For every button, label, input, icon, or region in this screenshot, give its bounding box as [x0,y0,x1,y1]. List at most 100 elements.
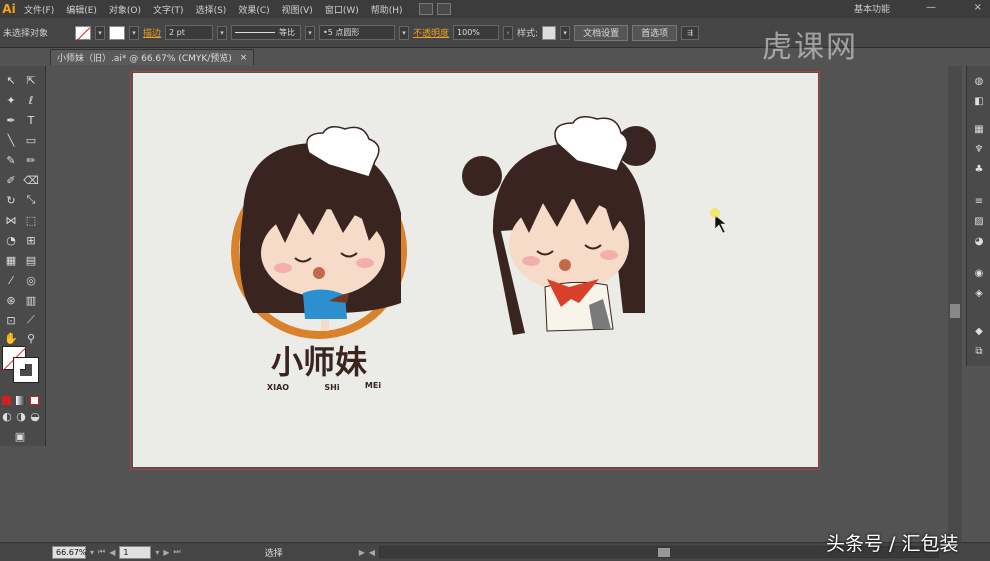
draw-inside-icon[interactable]: ◒ [28,408,42,424]
brush-select[interactable]: • 5 点圆形 [319,25,396,40]
chevron-down-icon[interactable]: ▾ [129,25,139,40]
fill-swatch[interactable] [75,25,91,40]
graphic-style-swatch[interactable] [542,25,557,40]
symbols-panel-icon[interactable]: ♣ [971,162,987,176]
first-artboard-icon[interactable]: ⏮ [98,547,105,557]
artwork-canvas: 小师妹 XIAO SHi MEi [231,116,727,392]
gradient-tool-icon[interactable]: ▤ [22,252,40,268]
document-tab[interactable]: 小师妹（旧）.ai* @ 66.67% (CMYK/预览) × [50,49,255,65]
perspective-grid-tool-icon[interactable]: ⊞ [22,232,40,248]
status-menu-icon[interactable]: ▶ [359,548,365,557]
selection-tool-icon[interactable]: ↖ [2,72,20,88]
menu-file[interactable]: 文件(F) [18,3,60,16]
chevron-down-icon[interactable]: ▾ [560,25,571,40]
column-graph-tool-icon[interactable]: ▥ [22,292,40,308]
zoom-tool-icon[interactable]: ⚲ [22,330,40,346]
close-tab-icon[interactable]: × [240,53,248,63]
brushes-panel-icon[interactable]: ♆ [971,142,987,156]
draw-behind-icon[interactable]: ◑ [14,408,28,424]
line-tool-icon[interactable]: ╲ [2,132,20,148]
horizontal-scroll-thumb[interactable] [658,548,671,557]
chevron-down-icon[interactable]: ▾ [305,25,316,40]
opacity-panel-link[interactable]: 不透明度 [413,26,449,39]
rotate-tool-icon[interactable]: ↻ [2,192,20,208]
shape-builder-tool-icon[interactable]: ◔ [2,232,20,248]
chevron-down-icon[interactable]: ▾ [399,25,410,40]
color-mode-icon[interactable] [0,392,12,408]
gradient-panel-icon[interactable]: ▨ [971,214,987,228]
gradient-mode-icon[interactable] [14,392,26,408]
stroke-panel-link[interactable]: 描边 [143,26,161,39]
appearance-panel-icon[interactable]: ◉ [971,266,987,280]
menu-help[interactable]: 帮助(H) [365,3,409,16]
chevron-right-icon[interactable]: › [503,25,514,40]
artboard[interactable]: 小师妹 XIAO SHi MEi [133,73,818,467]
previous-artboard-icon[interactable]: ◀ [109,548,115,557]
screen-mode-icon[interactable]: ▣ [10,428,30,444]
menu-window[interactable]: 窗口(W) [319,3,365,16]
eyedropper-tool-icon[interactable]: ⁄ [2,272,20,288]
menu-object[interactable]: 对象(O) [103,3,147,16]
menu-edit[interactable]: 编辑(E) [60,3,103,16]
preferences-button[interactable]: 首选项 [632,24,678,41]
slice-tool-icon[interactable]: ⟋ [22,312,40,328]
artboard-tool-icon[interactable]: ⊡ [2,312,20,328]
chevron-down-icon[interactable]: ▾ [90,548,94,557]
vertical-scrollbar[interactable] [948,66,962,542]
stroke-panel-icon[interactable]: ≡ [971,194,987,208]
draw-normal-icon[interactable]: ◐ [0,408,14,424]
artboard-number-field[interactable]: 1 [119,545,152,559]
fill-stroke-widget[interactable] [2,346,42,386]
layers-panel-icon[interactable]: ◆ [971,324,987,338]
graphic-styles-icon[interactable]: ◈ [971,286,987,300]
menu-type[interactable]: 文字(T) [147,3,190,16]
close-window-button[interactable]: × [974,2,982,13]
artboards-panel-icon[interactable]: ⧉ [971,344,987,358]
lasso-tool-icon[interactable]: ℓ [22,92,40,108]
magic-wand-tool-icon[interactable]: ✦ [2,92,20,108]
mesh-tool-icon[interactable]: ▦ [2,252,20,268]
paintbrush-tool-icon[interactable]: ✎ [2,152,20,168]
stroke-color-box[interactable] [13,357,39,383]
free-transform-tool-icon[interactable]: ⬚ [22,212,40,228]
opacity-field[interactable]: 100% [453,25,500,40]
scale-tool-icon[interactable]: ⤡ [22,192,40,208]
blob-brush-tool-icon[interactable]: ✐ [2,172,20,188]
none-mode-icon[interactable] [28,392,40,408]
bridge-button[interactable] [418,3,433,15]
color-panel-icon[interactable]: ◍ [971,74,987,88]
status-mode-label: 选择 [264,548,283,559]
menu-view[interactable]: 视图(V) [276,3,319,16]
rectangle-tool-icon[interactable]: ▭ [22,132,40,148]
blend-tool-icon[interactable]: ◎ [22,272,40,288]
direct-selection-tool-icon[interactable]: ⇱ [22,72,40,88]
stroke-swatch[interactable] [109,25,125,40]
next-artboard-icon[interactable]: ▶ [163,548,169,557]
chevron-down-icon[interactable]: ▾ [155,548,159,557]
symbol-sprayer-tool-icon[interactable]: ⊛ [2,292,20,308]
scroll-left-icon[interactable]: ◀ [369,548,375,557]
last-artboard-icon[interactable]: ⏭ [174,547,181,557]
eraser-tool-icon[interactable]: ⌫ [22,172,40,188]
vertical-scroll-thumb[interactable] [950,304,960,318]
type-tool-icon[interactable]: T [22,112,40,128]
arrange-documents-button[interactable] [436,3,451,15]
chevron-down-icon[interactable]: ▾ [95,25,105,40]
color-guide-icon[interactable]: ◧ [971,94,987,108]
menu-effect[interactable]: 效果(C) [232,3,275,16]
chevron-down-icon[interactable]: ▾ [217,25,228,40]
hand-tool-icon[interactable]: ✋ [2,330,20,346]
arrange-icon[interactable]: ⇶ [681,25,700,40]
document-setup-button[interactable]: 文档设置 [574,24,629,41]
workspace-switcher[interactable]: 基本功能 [854,2,890,15]
zoom-field[interactable]: 66.67% [52,545,87,559]
width-tool-icon[interactable]: ⋈ [2,212,20,228]
menu-select[interactable]: 选择(S) [190,3,233,16]
transparency-panel-icon[interactable]: ◕ [971,234,987,248]
pencil-tool-icon[interactable]: ✏ [22,152,40,168]
minimize-button[interactable]: — [926,2,936,13]
stroke-weight-field[interactable]: 2 pt [165,25,214,40]
swatches-panel-icon[interactable]: ▦ [971,122,987,136]
pen-tool-icon[interactable]: ✒ [2,112,20,128]
stroke-profile-select[interactable]: 等比 [231,25,302,40]
